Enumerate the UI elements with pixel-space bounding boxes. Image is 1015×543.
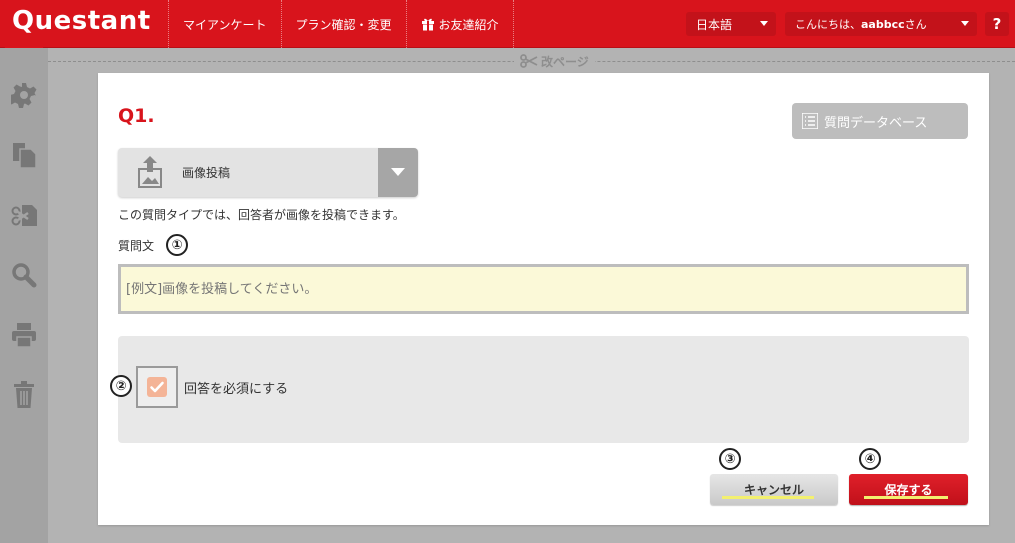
logo-text: Questant (12, 6, 151, 36)
question-database-label: 質問データベース (824, 115, 928, 131)
save-highlight (864, 496, 948, 499)
question-text-input[interactable] (118, 264, 969, 314)
chevron-down-icon (760, 21, 768, 26)
language-value: 日本語 (696, 17, 733, 32)
greeting-suffix: さん (904, 18, 927, 31)
trash-icon[interactable] (10, 381, 38, 409)
cancel-button[interactable]: キャンセル (710, 474, 838, 505)
logo[interactable]: Questant (0, 0, 168, 62)
callout-badge-2: ② (110, 375, 132, 397)
copy-icon[interactable] (10, 141, 38, 169)
header-bar: Questant マイアンケート プラン確認・変更 お友達紹介 日本語 こんにち… (0, 0, 1015, 62)
nav-plan-label: プラン確認・変更 (295, 17, 392, 32)
question-card: Q1. 質問データベース 画像投稿 この質問タイプでは、回答者が画像を投稿できま… (98, 73, 989, 525)
print-icon[interactable] (10, 321, 38, 349)
check-icon (150, 381, 164, 393)
gift-icon (421, 18, 434, 31)
cut-icon[interactable] (10, 201, 38, 229)
save-button[interactable]: 保存する (849, 474, 968, 505)
callout-badge-1: ① (166, 234, 188, 256)
nav-my-surveys[interactable]: マイアンケート (168, 0, 281, 48)
chevron-down-icon (961, 21, 969, 26)
cancel-highlight (722, 496, 814, 499)
question-database-button[interactable]: 質問データベース (792, 103, 968, 139)
nav-referral[interactable]: お友達紹介 (405, 0, 514, 48)
required-panel: 回答を必須にする (118, 336, 969, 443)
required-label: 回答を必須にする (184, 382, 289, 397)
page-break-label: 改ページ (541, 54, 589, 69)
callout-badge-4: ④ (859, 448, 881, 470)
search-icon[interactable] (10, 261, 38, 289)
question-type-select[interactable]: 画像投稿 (118, 148, 418, 197)
language-select[interactable]: 日本語 (686, 12, 776, 36)
nav-my-surveys-label: マイアンケート (183, 17, 267, 32)
question-type-description: この質問タイプでは、回答者が画像を投稿できます。 (118, 208, 405, 222)
callout-badge-3: ③ (719, 448, 741, 470)
list-icon (802, 113, 818, 129)
user-menu[interactable]: こんにちは、 aabbcc さん (785, 12, 977, 36)
page-break-marker[interactable]: 改ページ (514, 52, 595, 70)
help-button[interactable]: ? (985, 12, 1009, 36)
image-upload-icon (138, 156, 162, 188)
username: aabbcc (861, 17, 905, 31)
sidebar (0, 48, 48, 543)
greeting-prefix: こんにちは、 (795, 18, 861, 31)
chevron-down-icon[interactable] (378, 148, 418, 197)
nav-plan[interactable]: プラン確認・変更 (280, 0, 406, 48)
gear-icon[interactable] (10, 81, 38, 109)
main-nav: マイアンケート プラン確認・変更 お友達紹介 (168, 0, 514, 48)
scissors-icon (520, 54, 538, 68)
nav-referral-label: お友達紹介 (438, 17, 499, 32)
question-number: Q1. (118, 105, 155, 127)
required-checkbox[interactable] (136, 366, 178, 408)
question-type-value: 画像投稿 (182, 166, 231, 180)
checkbox-fill (147, 377, 167, 397)
question-text-label: 質問文 (118, 239, 155, 253)
